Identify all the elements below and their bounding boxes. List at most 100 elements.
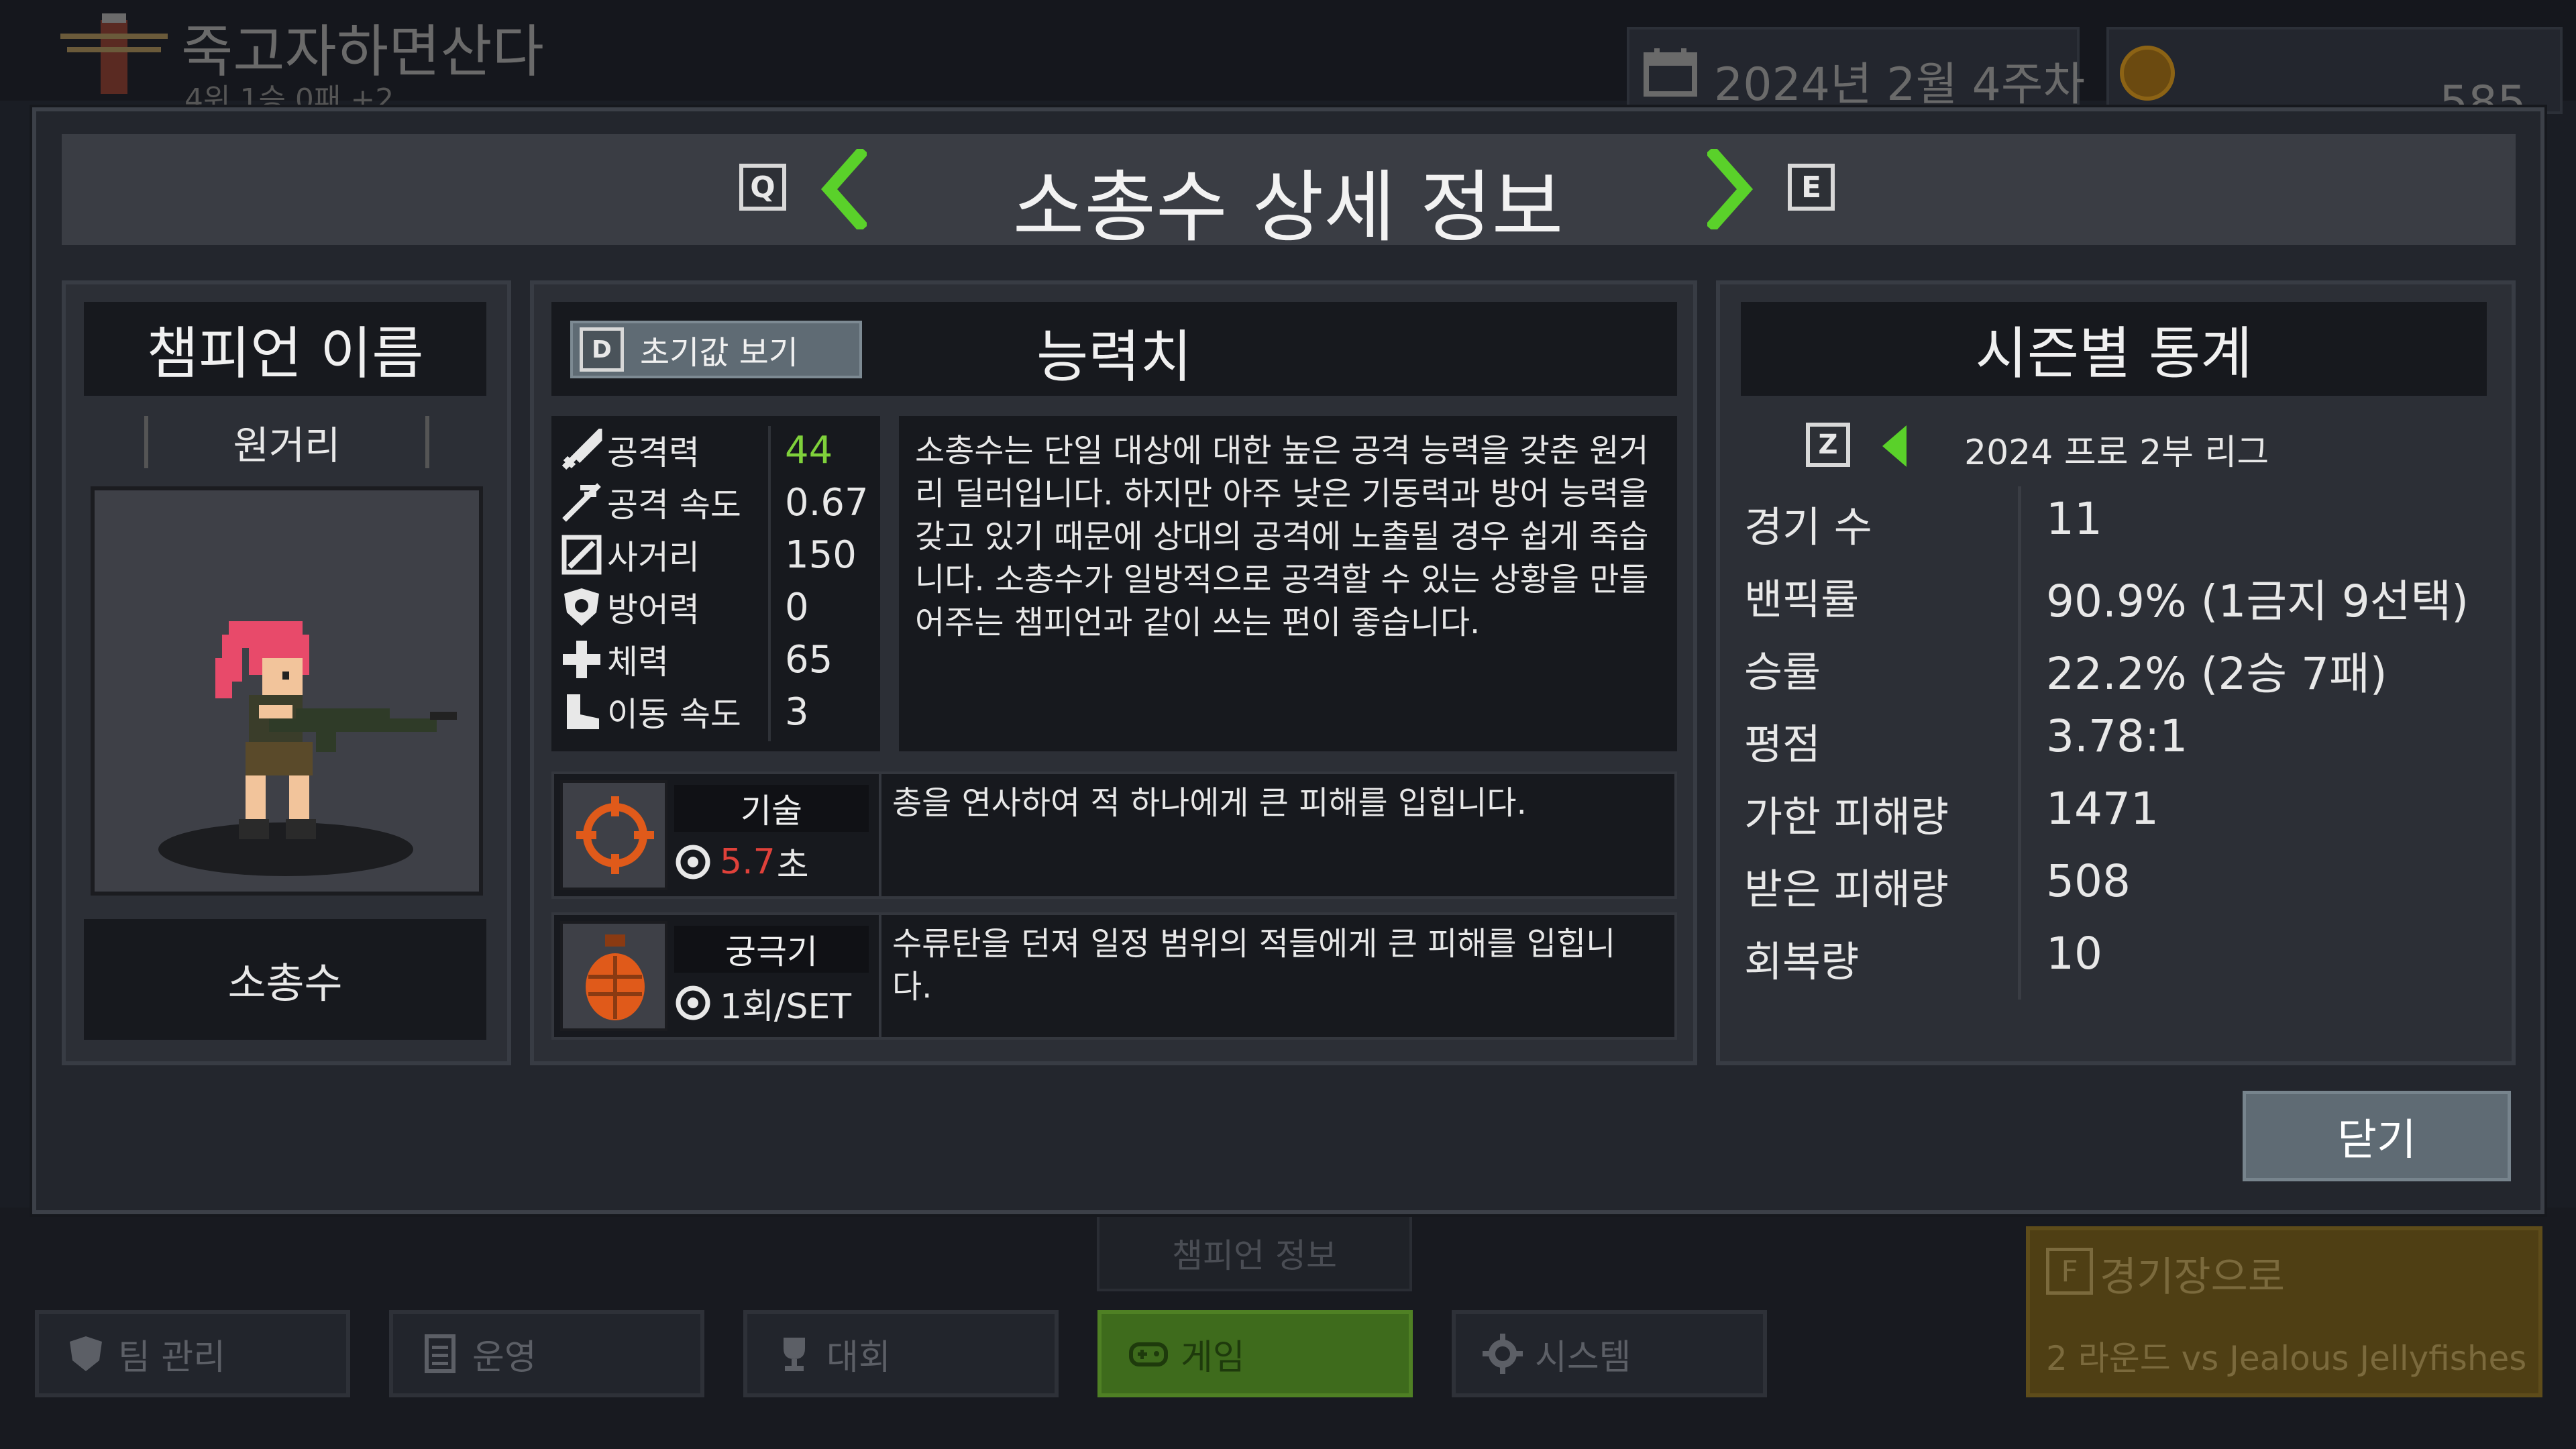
champion-name: 소총수 (227, 959, 343, 1008)
ultimate-icon-frame (560, 921, 667, 1031)
season-stat-label: 회복량 (1744, 937, 1860, 986)
season-stat-label: 가한 피해량 (1744, 792, 1949, 841)
current-date: 2024년 2월 4주차 (1714, 58, 2086, 111)
stat-row: 방어력 0 (560, 581, 875, 633)
stat-row: 이동 속도 3 (560, 686, 875, 738)
champion-type: 원거리 (233, 423, 341, 468)
champion-name-header: 챔피언 이름 (84, 302, 486, 396)
nav-tournament[interactable]: 대회 (743, 1310, 1059, 1397)
season-stat-label: 밴픽률 (1744, 575, 1860, 624)
league-name: 2024 프로 2부 리그 (1964, 433, 2269, 473)
stat-value: 0.67 (785, 480, 869, 525)
season-key-icon[interactable]: Z (1806, 423, 1850, 467)
rifleman-sprite-icon (158, 621, 457, 876)
season-stat-label: 경기 수 (1744, 502, 1872, 551)
reset-key-icon: D (580, 327, 624, 372)
shield-icon (564, 588, 599, 626)
nav-system[interactable]: 시스템 (1452, 1310, 1767, 1397)
nav-team-management[interactable]: 팀 관리 (35, 1310, 350, 1397)
team-logo-icon (60, 13, 168, 94)
cooldown-icon (676, 985, 710, 1020)
money-box: 585 (2106, 27, 2563, 129)
nav-label: 게임 (1181, 1337, 1245, 1378)
season-stat-row: 평점 3.78:1 (1744, 710, 2482, 783)
nav-operation[interactable]: 운영 (389, 1310, 704, 1397)
health-cross-icon (563, 641, 600, 678)
season-stat-value: 10 (2046, 928, 2102, 979)
arena-key-icon: F (2046, 1248, 2093, 1295)
season-stat-row: 회복량 10 (1744, 928, 2482, 1000)
skill-divider (879, 771, 881, 899)
season-stat-value: 508 (2046, 855, 2131, 907)
season-stat-value: 1471 (2046, 783, 2159, 835)
ultimate-description: 수류탄을 던져 일정 범위의 적들에게 큰 피해를 입힙니다. (892, 925, 1616, 1006)
nav-label: 운영 (472, 1337, 537, 1378)
skill-label: 기술 (741, 792, 802, 830)
stat-value: 44 (785, 428, 833, 472)
cooldown-icon (676, 845, 710, 879)
reset-values-label: 초기값 보기 (640, 334, 799, 372)
trophy-icon (784, 1338, 805, 1371)
stat-name: 체력 (607, 643, 669, 682)
champion-type-tag: 원거리 (144, 416, 429, 468)
season-stat-row: 승률 22.2% (2승 7패) (1744, 638, 2482, 710)
stat-value: 65 (785, 637, 833, 682)
modal-title: 소총수 상세 정보 (1012, 162, 1564, 253)
champion-name-header-label: 챔피언 이름 (146, 320, 424, 386)
stat-value: 3 (785, 690, 809, 734)
gear-icon (1483, 1334, 1523, 1374)
reset-values-button[interactable]: D 초기값 보기 (570, 321, 862, 378)
ultimate-label-box: 궁극기 (674, 926, 869, 973)
prev-arrow-icon[interactable] (820, 149, 867, 229)
skill-cooldown: 5.7 초 (674, 839, 869, 886)
close-button[interactable]: 닫기 (2243, 1091, 2511, 1181)
range-icon (561, 535, 602, 575)
crosshair-icon (576, 796, 654, 874)
shield-icon (70, 1336, 102, 1371)
ultimate-divider (879, 912, 881, 1040)
stat-row: 체력 65 (560, 633, 875, 686)
champion-info-tab[interactable]: 챔피언 정보 (1097, 1214, 1412, 1291)
season-stat-row: 받은 피해량 508 (1744, 855, 2482, 928)
stat-row: 사거리 150 (560, 529, 875, 581)
skill-cooldown-value: 5.7 (720, 842, 775, 882)
champion-description: 소총수는 단일 대상에 대한 높은 공격 능력을 갖춘 원거리 딜러입니다. 하… (915, 432, 1649, 641)
gamepad-icon (1129, 1342, 1168, 1366)
season-stat-value: 11 (2046, 493, 2102, 545)
season-stat-label: 승률 (1744, 647, 1821, 696)
season-stat-row: 가한 피해량 1471 (1744, 783, 2482, 855)
season-stat-row: 경기 수 11 (1744, 493, 2482, 566)
league-prev-arrow-icon[interactable] (1880, 423, 1909, 470)
nav-label: 팀 관리 (118, 1337, 226, 1378)
stat-name: 방어력 (607, 590, 700, 629)
stat-row: 공격 속도 0.67 (560, 476, 875, 529)
next-arrow-icon[interactable] (1707, 149, 1754, 229)
stat-name: 사거리 (607, 538, 700, 577)
stat-value: 150 (785, 533, 857, 577)
season-stat-value: 3.78:1 (2046, 710, 2188, 762)
stat-name: 공격 속도 (607, 486, 741, 525)
calendar-icon (1644, 48, 1697, 97)
season-stat-value: 90.9% (1금지 9선택) (2046, 576, 2469, 627)
sword-icon (561, 429, 602, 470)
season-stats-title: 시즌별 통계 (1975, 320, 2253, 386)
champion-portrait (91, 486, 483, 896)
description-box: 소총수는 단일 대상에 대한 높은 공격 능력을 갖춘 원거리 딜러입니다. 하… (899, 416, 1677, 751)
skill-icon-frame (560, 780, 667, 890)
champion-name-box: 소총수 (84, 919, 486, 1040)
nav-game[interactable]: 게임 (1097, 1310, 1413, 1397)
coin-icon (2120, 46, 2175, 101)
season-stat-row: 밴픽률 90.9% (1금지 9선택) (1744, 566, 2482, 638)
attack-speed-icon (562, 483, 601, 522)
ultimate-cooldown: 1회/SET (674, 979, 875, 1027)
arena-title: 경기장으로 (2100, 1254, 2285, 1301)
prev-key-icon[interactable]: Q (739, 164, 786, 211)
skill-cooldown-unit: 초 (776, 845, 809, 886)
skill-label-box: 기술 (674, 785, 869, 832)
stat-row: 공격력 44 (560, 424, 875, 476)
arena-subtitle: 2 라운드 vs Jealous Jellyfishes (2046, 1339, 2527, 1378)
abilities-title: 능력치 (1036, 324, 1192, 390)
next-key-icon[interactable]: E (1788, 164, 1835, 211)
season-stat-label: 받은 피해량 (1744, 865, 1949, 914)
nav-label: 시스템 (1535, 1337, 1631, 1378)
